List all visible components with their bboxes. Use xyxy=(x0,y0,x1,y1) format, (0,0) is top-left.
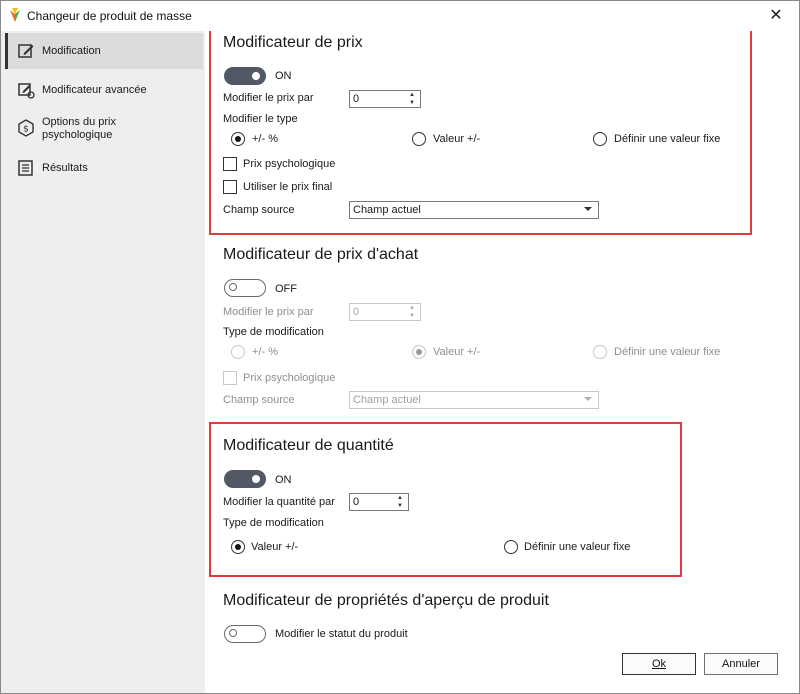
cancel-button[interactable]: Annuler xyxy=(704,653,778,675)
sidebar-item-label: Options du prix psychologique xyxy=(42,116,116,141)
quantity-radio-fixed-label: Définir une valeur fixe xyxy=(524,541,631,553)
sidebar-item-label: Modificateur avancée xyxy=(42,84,147,96)
radio-fixed-label: Définir une valeur fixe xyxy=(614,133,721,145)
chevron-down-icon xyxy=(584,397,592,401)
sidebar-item-psych-price[interactable]: $ Options du prix psychologique xyxy=(5,115,203,145)
toggle-knob xyxy=(229,283,237,291)
edit-icon xyxy=(18,44,34,58)
modify-price-label: Modifier le prix par xyxy=(223,92,314,104)
quantity-type-label: Type de modification xyxy=(223,517,324,529)
purchase-radio-percent xyxy=(231,345,245,359)
purchase-psych-label: Prix psychologique xyxy=(243,372,336,384)
purchase-source-label: Champ source xyxy=(223,394,295,406)
radio-fixed[interactable] xyxy=(593,132,607,146)
content-panel: Modificateur de prix ON Modifier le prix… xyxy=(206,31,799,645)
chevron-down-icon xyxy=(584,207,592,211)
radio-value[interactable] xyxy=(412,132,426,146)
select-value: Champ actuel xyxy=(353,394,421,406)
sidebar-item-label: Modification xyxy=(42,45,101,57)
purchase-source-select: Champ actuel xyxy=(349,391,599,409)
sidebar-item-results[interactable]: Résultats xyxy=(5,159,203,179)
window-title: Changeur de produit de masse xyxy=(27,9,192,23)
quantity-modifier-title: Modificateur de quantité xyxy=(223,437,394,454)
modify-type-label: Modifier le type xyxy=(223,113,298,125)
purchase-modifier-toggle[interactable] xyxy=(224,279,266,297)
purchase-radio-value-label: Valeur +/- xyxy=(433,346,481,358)
sidebar: Modification Modificateur avancée $ Opti… xyxy=(1,31,205,693)
stepper-value: 0 xyxy=(353,306,360,318)
purchase-radio-value xyxy=(412,345,426,359)
purchase-radio-percent-label: +/- % xyxy=(252,346,278,358)
active-indicator xyxy=(5,33,8,69)
toggle-knob xyxy=(229,629,237,637)
sidebar-item-modification[interactable]: Modification xyxy=(5,33,203,69)
radio-value-label: Valeur +/- xyxy=(433,133,481,145)
purchase-radio-fixed-label: Définir une valeur fixe xyxy=(614,346,721,358)
preview-modifier-toggle[interactable] xyxy=(224,625,266,643)
title-bar: Changeur de produit de masse ✕ xyxy=(1,1,799,31)
price-modifier-toggle[interactable] xyxy=(224,67,266,85)
purchase-modifier-title: Modificateur de prix d'achat xyxy=(223,246,419,263)
modify-quantity-stepper[interactable]: 0 ▲ ▼ xyxy=(349,493,409,511)
modify-price-stepper[interactable]: 0 ▲ ▼ xyxy=(349,90,421,108)
purchase-toggle-state: OFF xyxy=(275,283,297,295)
quantity-radio-value[interactable] xyxy=(231,540,245,554)
stepper-value: 0 xyxy=(353,93,360,105)
preview-modifier-title: Modificateur de propriétés d'aperçu de p… xyxy=(223,592,549,609)
results-list-icon xyxy=(18,160,33,176)
sidebar-item-label: Résultats xyxy=(42,162,88,174)
source-field-select[interactable]: Champ actuel xyxy=(349,201,599,219)
quantity-toggle-state: ON xyxy=(275,474,292,486)
price-tag-icon: $ xyxy=(18,119,34,137)
dialog-footer: Ok Annuler xyxy=(206,645,799,693)
purchase-type-label: Type de modification xyxy=(223,326,324,338)
toggle-knob xyxy=(252,72,260,80)
dialog-window: Changeur de produit de masse ✕ Modificat… xyxy=(0,0,800,694)
stepper-value: 0 xyxy=(353,496,360,508)
advanced-edit-icon xyxy=(18,83,35,99)
stepper-arrows-icon: ▲ ▼ xyxy=(409,305,415,319)
purchase-psych-checkbox xyxy=(223,371,237,385)
radio-percent[interactable] xyxy=(231,132,245,146)
final-price-checkbox[interactable] xyxy=(223,180,237,194)
final-price-label: Utiliser le prix final xyxy=(243,181,333,193)
stepper-arrows-icon[interactable]: ▲ ▼ xyxy=(394,494,406,510)
svg-text:$: $ xyxy=(23,125,29,135)
cancel-button-label: Annuler xyxy=(722,658,760,670)
select-value: Champ actuel xyxy=(353,204,421,216)
radio-percent-label: +/- % xyxy=(252,133,278,145)
stepper-arrows-icon[interactable]: ▲ ▼ xyxy=(406,91,418,107)
price-modifier-title: Modificateur de prix xyxy=(223,34,363,51)
psych-price-label: Prix psychologique xyxy=(243,158,336,170)
close-icon: ✕ xyxy=(769,7,783,24)
ok-button[interactable]: Ok xyxy=(622,653,696,675)
purchase-modify-stepper: 0 ▲ ▼ xyxy=(349,303,421,321)
psych-price-checkbox[interactable] xyxy=(223,157,237,171)
quantity-radio-value-label: Valeur +/- xyxy=(251,541,299,553)
source-field-label: Champ source xyxy=(223,204,295,216)
close-button[interactable]: ✕ xyxy=(763,4,789,28)
ok-button-label: Ok xyxy=(651,658,667,670)
quantity-radio-fixed[interactable] xyxy=(504,540,518,554)
sidebar-item-advanced[interactable]: Modificateur avancée xyxy=(5,81,203,101)
product-status-label: Modifier le statut du produit xyxy=(275,628,408,640)
app-logo-icon xyxy=(10,8,20,22)
toggle-knob xyxy=(252,475,260,483)
modify-quantity-label: Modifier la quantité par xyxy=(223,496,335,508)
price-toggle-state: ON xyxy=(275,70,292,82)
quantity-modifier-toggle[interactable] xyxy=(224,470,266,488)
purchase-modify-label: Modifier le prix par xyxy=(223,306,314,318)
purchase-radio-fixed xyxy=(593,345,607,359)
